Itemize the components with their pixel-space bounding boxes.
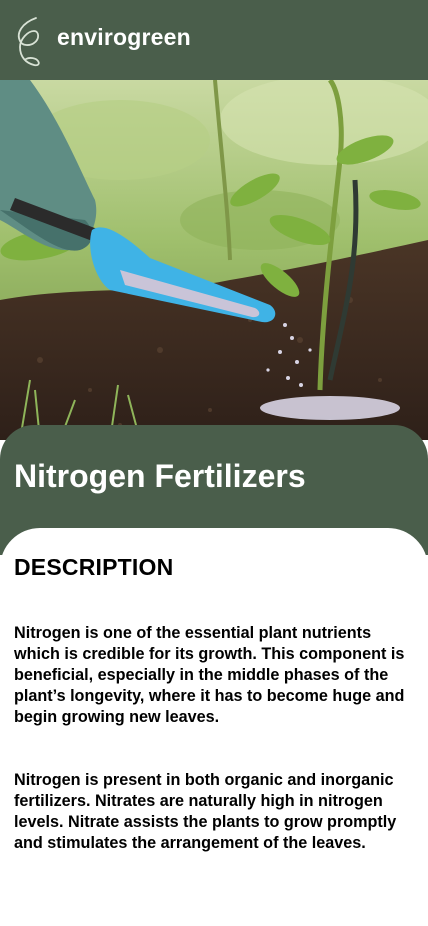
hero-image bbox=[0, 80, 428, 440]
description-paragraph-2: Nitrogen is present in both organic and … bbox=[14, 771, 397, 852]
page-title: Nitrogen Fertilizers bbox=[14, 458, 306, 494]
description-heading: DESCRIPTION bbox=[14, 554, 174, 580]
brand-name[interactable]: envirogreen bbox=[57, 24, 191, 51]
description-paragraph-1: Nitrogen is one of the essential plant n… bbox=[14, 624, 405, 726]
app-header: envirogreen bbox=[0, 0, 428, 80]
description-text: Nitrogen is one of the essential plant n… bbox=[14, 602, 416, 854]
leaf-logo-icon[interactable] bbox=[12, 15, 44, 69]
